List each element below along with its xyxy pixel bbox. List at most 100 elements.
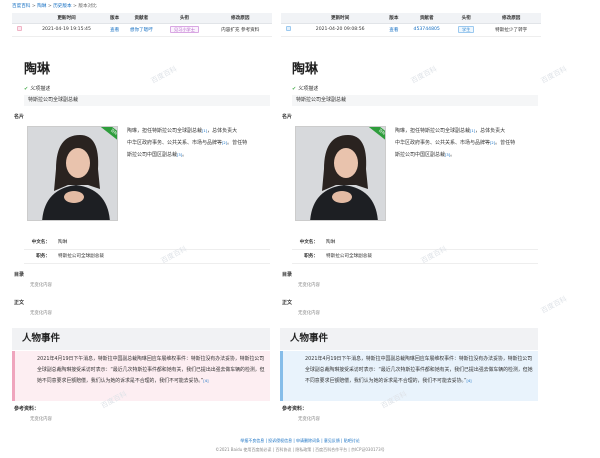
version-checkbox[interactable] [16, 26, 22, 31]
portrait-image [28, 127, 117, 220]
right-version-panel: 更新时间 版本 贡献者 头衔 修改原因 2021-04-20 09:08:56 … [281, 13, 541, 37]
portrait-image [296, 127, 385, 220]
toc-label: 目录 [14, 272, 25, 278]
watermark: 百度百科 [149, 64, 179, 86]
body-label: 正文 [282, 300, 293, 306]
breadcrumb: 百度百科 > 陶琳 > 历史版本 > 版本对比 [12, 3, 97, 9]
toc-no-change: 无变化内容 [30, 283, 52, 288]
section-heading: 人物事件 [280, 328, 538, 350]
th-reason: 修改原因 [481, 13, 541, 24]
intro-line-2: 中华区政府事务、公共关系、市场与品牌等 [395, 140, 491, 146]
breadcrumb-person[interactable]: 陶琳 [37, 4, 46, 9]
basic-value-job: 特斯拉公司全球副总裁 [326, 254, 372, 259]
event-paragraph-removed: 2021年4月19日下午消息，特斯拉中国副总裁陶琳回应车展维权事件：特斯拉没有办… [12, 351, 270, 401]
th-reason: 修改原因 [208, 13, 272, 24]
th-contributor: 贡献者 [402, 13, 452, 24]
breadcrumb-current: 版本对比 [78, 4, 97, 9]
version-checkbox[interactable] [285, 26, 291, 31]
sense-header: ✔ 义项描述 [24, 85, 50, 92]
contributor-link[interactable]: 想你了嗯哼 [130, 28, 153, 33]
section-heading: 人物事件 [12, 328, 270, 350]
breadcrumb-sep: > [31, 4, 36, 9]
refs-no-change: 无变化内容 [298, 417, 320, 422]
breadcrumb-root[interactable]: 百度百科 [12, 4, 30, 9]
th-title: 头衔 [451, 13, 482, 24]
intro-line-1: 陶琳，担任特斯拉公司全球副总裁 [395, 128, 471, 134]
basic-key-job: 职务： [304, 254, 318, 259]
title-badge: 见习小学士 [169, 25, 199, 34]
watermark: 百度百科 [539, 294, 569, 316]
sense-description: 特斯拉公司全球副总裁 [24, 95, 270, 106]
contributor-link[interactable]: d53744805 [414, 27, 440, 32]
th-contributor: 贡献者 [122, 13, 161, 24]
event-paragraph-added: 2021年4月19日下午消息，特斯拉中国副总裁陶琳回应车展维权事件：特斯拉没有办… [280, 351, 538, 401]
toc-no-change: 无变化内容 [298, 283, 320, 288]
footer-copyright: ©2021 Baidu 使用百度前必读 | 百科协议 | 隐私政策 | 百度百科… [215, 447, 385, 452]
sense-label: 义项描述 [298, 86, 319, 92]
version-table-left: 更新时间 版本 贡献者 头衔 修改原因 2021-04-19 19:15:45 … [12, 13, 272, 37]
th-title: 头衔 [160, 13, 209, 24]
version-table-right: 更新时间 版本 贡献者 头衔 修改原因 2021-04-20 09:08:56 … [281, 13, 541, 37]
intro-line-1b: ，总体负责大 [475, 128, 506, 134]
th-time: 更新时间 [26, 13, 108, 24]
basic-value-job: 特斯拉公司全球副总裁 [58, 254, 104, 259]
sense-icon: ✔ [292, 86, 297, 92]
th-version: 版本 [385, 13, 403, 24]
intro-line-2: 中华区政府事务、公共关系、市场与品牌等 [127, 140, 223, 146]
body-label: 正文 [14, 300, 25, 306]
intro-line-3: 斯拉公司中国区副总裁 [395, 152, 446, 158]
intro-line-2b: 。曾任特 [495, 140, 516, 146]
intro-line-2b: 。曾任特 [227, 140, 248, 146]
view-version-link[interactable]: 查看 [110, 28, 119, 33]
refs-label: 参考资料： [282, 406, 308, 412]
body-no-change: 无变化内容 [298, 311, 320, 316]
intro-line-1b: ，总体负责大 [207, 128, 238, 134]
basic-info: 中文名： 陶琳 职务： 特斯拉公司全球副总裁 [292, 236, 538, 264]
body-no-change: 无变化内容 [30, 311, 52, 316]
toc-label: 目录 [282, 272, 293, 278]
edit-reason: 特斯拉少了转字 [481, 23, 541, 37]
left-version-panel: 更新时间 版本 贡献者 头衔 修改原因 2021-04-19 19:15:45 … [12, 13, 272, 37]
person-photo: 百科 [27, 126, 118, 221]
breadcrumb-sep: > [47, 4, 52, 9]
breadcrumb-history[interactable]: 历史版本 [53, 4, 71, 9]
th-version: 版本 [107, 13, 123, 24]
watermark: 百度百科 [409, 64, 439, 86]
footer-links[interactable]: 举报不良信息 | 投诉侵权信息 | 申请删除词条 | 意见反馈 | 贴吧讨论 [0, 438, 600, 444]
title-badge: 学生 [458, 25, 475, 34]
event-text: 2021年4月19日下午消息，特斯拉中国副总裁陶琳回应车展维权事件：特斯拉没有办… [37, 356, 265, 384]
watermark: 百度百科 [539, 64, 569, 86]
edit-reason: 内容扩充 参考资料 [208, 23, 272, 37]
cite-4[interactable]: [4] [466, 379, 471, 383]
basic-info: 中文名： 陶琳 职务： 特斯拉公司全球副总裁 [24, 236, 270, 264]
intro-line-3b: 。 [182, 152, 188, 158]
person-photo: 百科 [295, 126, 386, 221]
page-title: 陶琳 [292, 62, 319, 77]
sense-icon: ✔ [24, 86, 29, 92]
basic-value-name: 陶琳 [326, 240, 336, 245]
basic-key-name: 中文名： [31, 240, 50, 245]
intro-text: 陶琳，担任特斯拉公司全球副总裁[1]，总体负责大 中华区政府事务、公共关系、市场… [127, 125, 269, 161]
view-version-link[interactable]: 查看 [389, 28, 398, 33]
basic-key-job: 职务： [36, 254, 50, 259]
photo-label: 名片 [282, 114, 293, 120]
breadcrumb-sep: > [73, 4, 77, 9]
sense-label: 义项描述 [30, 86, 51, 92]
sense-description: 特斯拉公司全球副总裁 [292, 95, 538, 106]
photo-label: 名片 [14, 114, 25, 120]
intro-line-3b: 。 [450, 152, 456, 158]
basic-key-name: 中文名： [299, 240, 318, 245]
update-time: 2021-04-20 09:08:56 [295, 23, 386, 37]
event-text: 2021年4月19日下午消息，特斯拉中国副总裁陶琳回应车展维权事件：特斯拉没有办… [305, 356, 533, 384]
page-title: 陶琳 [24, 62, 51, 77]
intro-text: 陶琳，担任特斯拉公司全球副总裁[1]，总体负责大 中华区政府事务、公共关系、市场… [395, 125, 537, 161]
th-time: 更新时间 [295, 13, 386, 24]
update-time: 2021-04-19 19:15:45 [26, 23, 108, 37]
cite-4[interactable]: [4] [203, 379, 208, 383]
intro-line-3: 斯拉公司中国区副总裁 [127, 152, 178, 158]
refs-no-change: 无变化内容 [30, 417, 52, 422]
basic-value-name: 陶琳 [58, 240, 68, 245]
intro-line-1: 陶琳，担任特斯拉公司全球副总裁 [127, 128, 203, 134]
refs-label: 参考资料： [14, 406, 40, 412]
sense-header: ✔ 义项描述 [292, 85, 318, 92]
